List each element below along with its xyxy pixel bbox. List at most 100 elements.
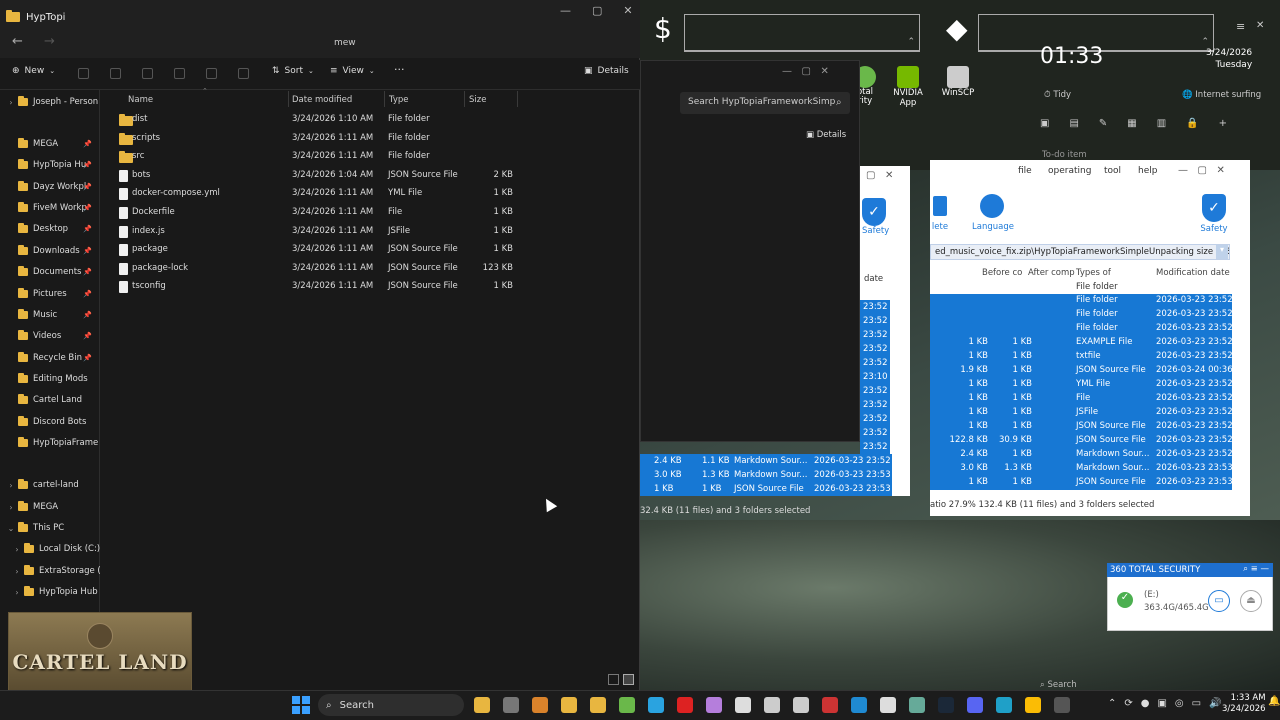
background-search-input[interactable]: Search HypTopiaFrameworkSimp [680,92,850,114]
forward-icon[interactable]: → [44,34,55,49]
copy-icon[interactable] [110,68,121,79]
plus-icon[interactable]: + [1219,118,1227,136]
archive-left-row[interactable]: 3.0 KB 1.3 KB Markdown Sour... 2026-03-23 2… [640,469,892,483]
archive-row[interactable]: 1 KB 1 KB File 2026-03-23 23:52 [930,392,1232,406]
sidebar-item[interactable]: › cartel-land [0,475,100,495]
edge-icon[interactable] [996,697,1012,713]
briefcase-icon[interactable]: ▣ [1040,118,1049,136]
file-row[interactable]: Dockerfile 3/24/2026 1:11 AM File 1 KB [110,204,520,222]
col-after[interactable]: After comp [1028,268,1075,278]
safety-shield-secondary[interactable]: ✓ Safety [862,198,889,236]
tidy-label[interactable]: ⏱ Tidy [1044,90,1071,100]
chrome-icon[interactable] [1025,697,1041,713]
archive-parent-row[interactable]: File folder [1076,282,1118,292]
file-row[interactable]: tsconfig 3/24/2026 1:11 AM JSON Source Fil… [110,278,520,296]
file-row[interactable]: docker-compose.yml 3/24/2026 1:11 AM YML F… [110,185,520,203]
unity-icon[interactable] [880,697,896,713]
more-options-button[interactable]: ··· [394,63,405,76]
edit-icon[interactable]: ▥ [1157,118,1166,136]
sidebar-item[interactable]: Pictures 📌 [0,284,100,304]
notepad-icon[interactable] [735,697,751,713]
archive-row[interactable]: File folder 2026-03-23 23:52 [930,322,1233,336]
image-icon[interactable]: ▤ [1069,118,1078,136]
paste-icon[interactable] [142,68,153,79]
menu-operating[interactable]: operating [1048,166,1091,176]
column-divider[interactable] [288,91,289,107]
file-row[interactable]: package 3/24/2026 1:11 AM JSON Source File… [110,241,520,259]
steam-icon[interactable] [938,697,954,713]
sidebar-item[interactable]: › HypTopia Hub [0,582,100,602]
folder-app-icon[interactable] [474,697,490,713]
chevron-icon[interactable]: ⌄ [6,524,16,533]
column-name[interactable]: Name [128,95,153,105]
archive-row[interactable]: 2.4 KB 1 KB Markdown Sour... 2026-03-23 23:… [930,448,1232,462]
sidebar-item[interactable]: MEGA 📌 [0,134,100,154]
desktop-icon-nvidia[interactable]: NVIDIA App [884,66,932,108]
rename-icon[interactable] [174,68,185,79]
sidebar-item[interactable]: Documents 📌 [0,262,100,282]
sidebar-item[interactable]: Editing Mods [0,369,100,389]
chevron-icon[interactable]: › [12,567,22,576]
desktop-icon-winscp[interactable]: WinSCP [938,66,978,98]
dz2-icon[interactable] [793,697,809,713]
archive-left-row[interactable]: 2.4 KB 1.1 KB Markdown Sour... 2026-03-23 2… [640,455,892,469]
file-row[interactable]: src 3/24/2026 1:11 AM File folder [110,148,520,166]
chevron-icon[interactable]: › [12,588,22,597]
archive-row[interactable]: 1.9 KB 1 KB JSON Source File 2026-03-24 00:… [930,364,1232,378]
archive-row[interactable]: 1 KB 1 KB JSON Source File 2026-03-23 23:52 [930,420,1232,434]
archive-window-controls[interactable]: — ▢ ✕ [1178,165,1225,176]
editor-icon[interactable] [561,697,577,713]
col-before[interactable]: Before co [982,268,1022,278]
menu-file[interactable]: file [1018,166,1032,176]
sidebar-item[interactable]: Downloads 📌 [0,241,100,261]
dzl-icon[interactable] [822,697,838,713]
terminal-icon[interactable] [503,697,519,713]
archive-row[interactable]: 1 KB 1 KB YML File 2026-03-23 23:52 [930,378,1232,392]
sidebar-item[interactable]: Cartel Land [0,390,100,410]
photos-icon[interactable] [706,697,722,713]
explorer-window-controls[interactable]: — ▢ ✕ [560,4,633,17]
view-button[interactable]: ≡ View ⌄ [330,66,375,76]
telegram-icon[interactable] [648,697,664,713]
search-icon[interactable]: ⌕ [836,97,842,108]
chevron-icon[interactable]: › [6,98,16,107]
archive-row[interactable]: 122.8 KB 30.9 KB JSON Source File 2026-03-2… [930,434,1233,448]
file-row[interactable]: package-lock 3/24/2026 1:11 AM JSON Source… [110,260,520,278]
system-tray[interactable]: ⌃⟳●▣◎▭🔊 [1108,698,1230,709]
back-icon[interactable]: ← [12,34,23,49]
archive-row[interactable]: 1 KB 1 KB JSFile 2026-03-23 23:52 [930,406,1232,420]
path-dropdown-icon[interactable]: ▾ [1216,245,1228,259]
vscode-icon[interactable] [851,697,867,713]
sidebar-item[interactable]: HypTopia Hu 📌 [0,155,100,175]
archive-row[interactable]: 1 KB 1 KB txtfile 2026-03-23 23:52 [930,350,1232,364]
sidebar-item[interactable]: ⌄ This PC [0,518,100,538]
chevron-icon[interactable]: › [6,481,16,490]
lock-icon[interactable]: 🔒 [1186,118,1198,136]
col-type[interactable]: Types of [1076,268,1111,278]
brush-icon[interactable]: ✎ [1099,118,1107,136]
sidebar-item[interactable]: Discord Bots [0,412,100,432]
background-details-button[interactable]: ▣ Details [806,130,846,140]
file-row[interactable]: scripts 3/24/2026 1:11 AM File folder [110,130,520,148]
app-icon[interactable] [532,697,548,713]
column-date-modified[interactable]: Date modified [292,95,352,105]
column-type[interactable]: Type [389,95,409,105]
column-size[interactable]: Size [469,95,486,105]
details-view-icon[interactable] [608,674,619,685]
taskbar-search[interactable]: ⌕ Search [318,694,464,716]
language-tool[interactable]: Language [972,194,1014,232]
file-explorer-icon[interactable] [590,697,606,713]
tiles-view-icon[interactable] [623,674,634,685]
sidebar-item[interactable]: Dayz Workpl 📌 [0,177,100,197]
sidebar-item[interactable]: Desktop 📌 [0,219,100,239]
sidebar-item[interactable]: Videos 📌 [0,326,100,346]
store-icon[interactable] [909,697,925,713]
archive-row[interactable]: File folder 2026-03-23 23:52 [930,294,1233,308]
dz-icon[interactable] [764,697,780,713]
new-button[interactable]: ⊕ New ⌄ [12,66,55,76]
archive-left-row[interactable]: 1 KB 1 KB JSON Source File 2026-03-23 23:53 [640,483,892,497]
explorer-tab[interactable]: HypTopi [6,6,66,28]
safety-tool[interactable]: ✓ Safety [1200,194,1228,234]
widget-controls[interactable]: ⌕ ≡ — [1243,564,1269,574]
sidebar-item[interactable]: › ExtraStorage (I [0,561,100,581]
